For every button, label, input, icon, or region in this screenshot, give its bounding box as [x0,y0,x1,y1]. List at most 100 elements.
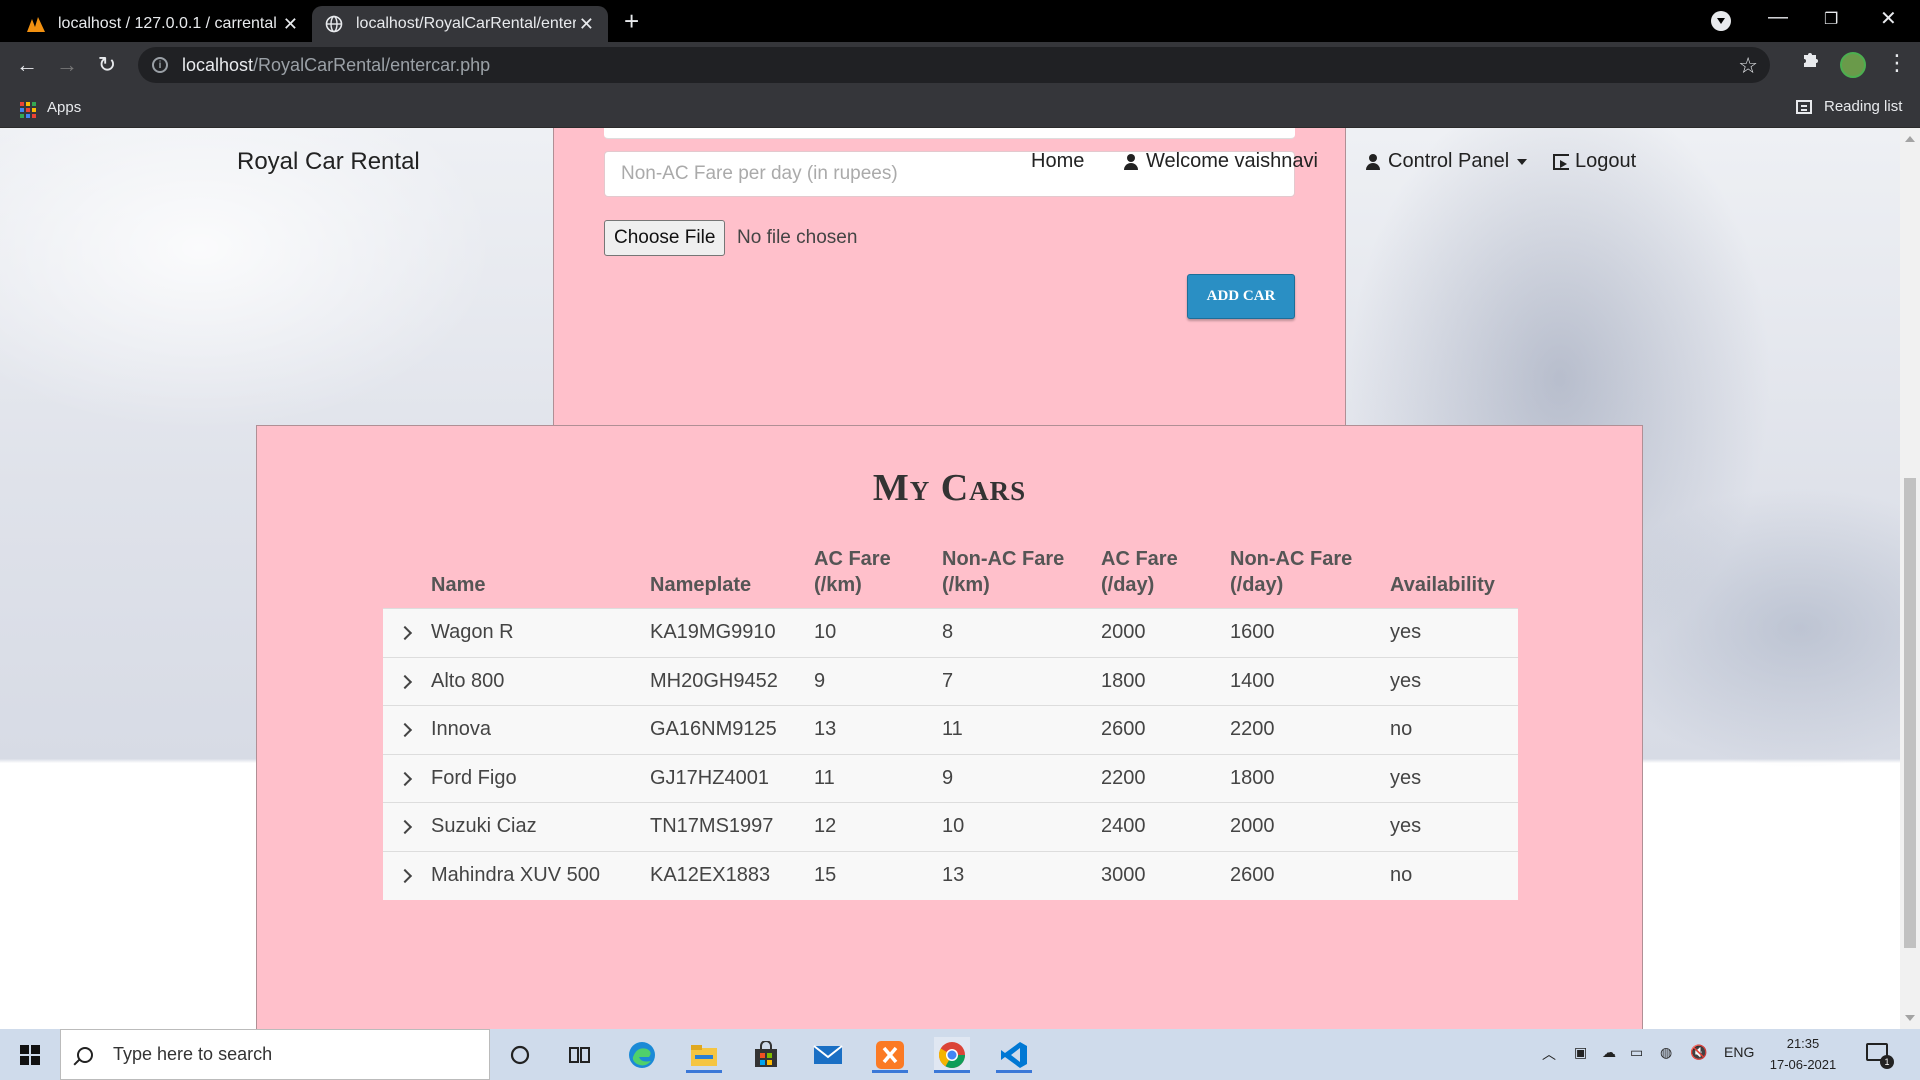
apps-grid-icon[interactable] [20,102,36,118]
expand-row-chevron-icon[interactable] [383,753,431,803]
caret-down-icon [1517,158,1528,165]
language-indicator[interactable]: ENG [1724,1044,1754,1060]
address-bar[interactable]: i localhost/RoyalCarRental/entercar.php … [138,47,1770,83]
table-row[interactable]: Suzuki Ciaz TN17MS1997 12 10 2400 2000 yes [383,802,1518,851]
apps-shortcut[interactable]: Apps [47,99,81,116]
vscode-icon[interactable] [996,1037,1032,1073]
car-availability: no [1390,705,1518,754]
column-header-availability: Availability [1390,574,1495,596]
car-nonac-fare-km: 11 [942,705,1101,754]
tab-entercar[interactable]: localhost/RoyalCarRental/entercar.php ✕ [312,6,608,42]
nav-control-panel-label: Control Panel [1388,150,1510,172]
column-header-name: Name [431,574,486,596]
column-header-ac-fare-km: AC Fare (/km) [814,548,891,596]
table-row[interactable]: Innova GA16NM9125 13 11 2600 2200 no [383,705,1518,754]
car-nameplate: KA12EX1883 [650,850,814,900]
expand-row-chevron-icon[interactable] [383,608,431,657]
task-view-icon[interactable] [562,1037,598,1073]
battery-icon[interactable]: ▭ [1630,1044,1643,1061]
browser-menu-icon[interactable]: ⋮ [1886,50,1908,76]
column-header-nonac-fare-km: Non-AC Fare (/km) [942,548,1065,596]
restore-icon[interactable]: ❐ [1824,9,1838,29]
reading-list-button[interactable]: Reading list [1796,98,1902,115]
store-icon[interactable] [748,1037,784,1073]
previous-input-field[interactable] [604,128,1295,139]
nav-control-panel[interactable]: Control Panel [1366,150,1528,173]
reload-icon[interactable]: ↻ [92,50,122,80]
extensions-puzzle-icon[interactable] [1800,48,1822,76]
car-name: Innova [431,705,650,754]
expand-row-chevron-icon[interactable] [383,705,431,754]
browser-toolbar: ← → ↻ i localhost/RoyalCarRental/enterca… [0,42,1920,88]
clock-time: 21:35 [1786,1036,1820,1051]
expand-row-chevron-icon[interactable] [383,850,431,900]
table-row[interactable]: Alto 800 MH20GH9452 9 7 1800 1400 yes [383,656,1518,706]
table-row[interactable]: Wagon R KA19MG9910 10 8 2000 1600 yes [383,608,1518,657]
network-globe-icon[interactable]: ◍ [1660,1044,1672,1061]
clock-date: 17-06-2021 [1769,1057,1837,1072]
car-ac-fare-day: 2200 [1101,753,1230,803]
site-info-icon[interactable]: i [152,57,168,73]
new-tab-icon[interactable]: + [624,8,639,34]
car-nonac-fare-day: 2000 [1230,802,1390,851]
mail-icon[interactable] [810,1037,846,1073]
meet-now-icon[interactable]: ▣ [1574,1044,1587,1061]
close-tab-icon[interactable]: ✕ [283,14,298,35]
minimize-icon[interactable]: — [1768,6,1788,29]
file-explorer-icon[interactable] [686,1037,722,1073]
scrollbar-thumb[interactable] [1904,478,1916,948]
tab-phpmyadmin[interactable]: localhost / 127.0.0.1 / carrental | phpM… [14,6,312,42]
bookmarks-bar: Apps Reading list [0,88,1920,128]
table-row[interactable]: Ford Figo GJ17HZ4001 11 9 2200 1800 yes [383,753,1518,803]
windows-logo-icon [20,1044,40,1065]
url-host: localhost [182,54,254,75]
chrome-profile-menu-icon[interactable] [1711,11,1731,31]
add-car-button[interactable]: ADD CAR [1187,274,1295,319]
taskbar-search-placeholder: Type here to search [113,1044,273,1064]
active-indicator [996,1070,1032,1073]
url-path: /RoyalCarRental/entercar.php [253,54,491,75]
back-icon[interactable]: ← [12,50,42,80]
table-row[interactable]: Mahindra XUV 500 KA12EX1883 15 13 3000 2600 no [383,850,1518,900]
car-nonac-fare-day: 2600 [1230,850,1390,900]
nav-logout-label: Logout [1575,150,1637,172]
cars-table: Name Nameplate AC Fare (/km) Non-AC Fare(… [383,546,1518,900]
nav-home[interactable]: Home [1031,150,1084,173]
volume-muted-icon[interactable]: 🔇 [1690,1044,1707,1061]
car-availability: no [1390,850,1518,900]
close-tab-icon[interactable]: ✕ [579,14,594,35]
profile-avatar[interactable] [1840,52,1866,78]
xampp-icon[interactable] [872,1037,908,1073]
column-header-nameplate: Nameplate [650,574,752,596]
nav-welcome[interactable]: Welcome vaishnavi [1124,150,1318,173]
expand-row-chevron-icon[interactable] [383,656,431,706]
reading-list-icon [1796,99,1812,114]
column-header-nonac-fare-day: Non-AC Fare (/day) [1230,548,1353,596]
car-nameplate: MH20GH9452 [650,656,814,706]
taskbar-search-box[interactable]: Type here to search [60,1029,490,1080]
windows-start-button[interactable] [0,1029,60,1080]
logout-icon [1553,153,1569,170]
scroll-down-arrow-icon[interactable] [1905,1015,1915,1021]
onedrive-icon[interactable]: ☁ [1602,1044,1616,1061]
chrome-icon[interactable] [934,1037,970,1073]
cars-table-header: Name Nameplate AC Fare (/km) Non-AC Fare(… [383,546,1518,609]
globe-icon [324,14,344,34]
bookmark-star-icon[interactable]: ☆ [1738,53,1758,79]
scroll-up-arrow-icon[interactable] [1905,136,1915,142]
active-indicator [686,1070,722,1073]
expand-row-chevron-icon[interactable] [383,802,431,851]
car-nameplate: GJ17HZ4001 [650,753,814,803]
page-scrollbar[interactable] [1900,128,1920,1029]
nav-logout[interactable]: Logout [1553,150,1636,173]
system-clock[interactable]: 21:35 17-06-2021 [1758,1033,1848,1075]
forward-icon[interactable]: → [52,50,82,80]
show-hidden-icons-chevron-icon[interactable]: ︿ [1542,1044,1556,1064]
car-ac-fare-km: 12 [814,802,942,851]
cortana-icon[interactable] [502,1037,538,1073]
site-brand[interactable]: Royal Car Rental [237,148,420,176]
edge-icon[interactable] [624,1037,660,1073]
choose-file-button[interactable]: Choose File [604,220,726,256]
car-nameplate: KA19MG9910 [650,608,814,657]
window-close-icon[interactable]: ✕ [1880,6,1897,31]
